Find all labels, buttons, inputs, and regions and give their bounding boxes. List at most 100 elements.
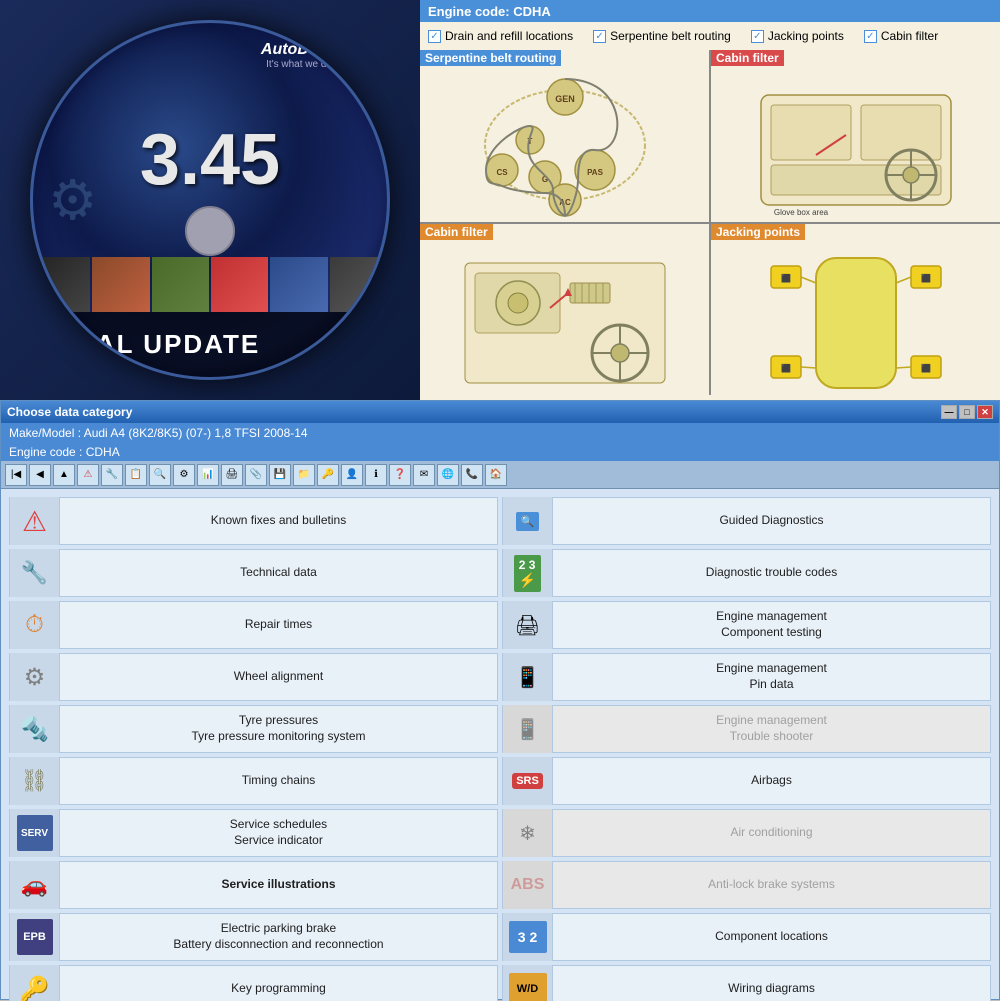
- illus-cabin-filter-2-title: Cabin filter: [420, 224, 493, 240]
- nav-icon15[interactable]: ❓: [389, 464, 411, 486]
- cat-technical-data-label: Technical data: [60, 561, 497, 585]
- cb-cabin-check[interactable]: ✓: [864, 30, 877, 43]
- cat-repair-times-icon: ⏱: [10, 601, 60, 649]
- cat-guided-diag[interactable]: 🔍 Guided Diagnostics: [502, 497, 991, 545]
- illus-cabin-filter[interactable]: Cabin filter: [711, 50, 1000, 222]
- nav-icon9[interactable]: 📎: [245, 464, 267, 486]
- illus-jacking-points-title: Jacking points: [711, 224, 805, 240]
- window-controls: — □ ✕: [941, 405, 993, 419]
- nav-icon4[interactable]: 📋: [125, 464, 147, 486]
- cat-service-illustrations[interactable]: 🚗 Service illustrations: [9, 861, 498, 909]
- illus-jacking-points[interactable]: Jacking points ⬛ ⬛ ⬛ ⬛: [711, 224, 1000, 396]
- cat-guided-diag-label: Guided Diagnostics: [553, 509, 990, 533]
- cat-air-conditioning: ❄ Air conditioning: [502, 809, 991, 857]
- cb-cabin: ✓ Cabin filter: [864, 29, 938, 43]
- nav-prev-button[interactable]: ◀: [29, 464, 51, 486]
- minimize-button[interactable]: —: [941, 405, 957, 419]
- cb-serpentine-check[interactable]: ✓: [593, 30, 606, 43]
- nav-icon18[interactable]: 📞: [461, 464, 483, 486]
- nav-icon11[interactable]: 📁: [293, 464, 315, 486]
- belt-routing-svg: GEN T CS G PAS AC: [450, 65, 680, 222]
- cat-engine-pin[interactable]: 📱 Engine managementPin data: [502, 653, 991, 701]
- cat-known-fixes-label: Known fixes and bulletins: [60, 509, 497, 533]
- nav-icon19[interactable]: 🏠: [485, 464, 507, 486]
- illus-serpentine[interactable]: Serpentine belt routing GEN T CS G: [420, 50, 709, 222]
- cat-repair-times-label: Repair times: [60, 613, 497, 637]
- nav-first-button[interactable]: |◀: [5, 464, 27, 486]
- cat-tyre-pressures-icon: 🔩: [10, 705, 60, 753]
- cat-abs: ABS Anti-lock brake systems: [502, 861, 991, 909]
- svg-text:⬛: ⬛: [921, 363, 931, 373]
- cat-technical-data[interactable]: 🔧 Technical data: [9, 549, 498, 597]
- nav-icon3[interactable]: 🔧: [101, 464, 123, 486]
- cd-version-number: 3.45: [140, 124, 280, 196]
- nav-icon16[interactable]: ✉: [413, 464, 435, 486]
- illus-cabin-filter-2[interactable]: Cabin filter: [420, 224, 709, 396]
- illus-jacking-points-content: ⬛ ⬛ ⬛ ⬛: [711, 224, 1000, 396]
- wrench-icon: 🔧: [21, 560, 48, 586]
- cat-wiring-diagrams-label: Wiring diagrams: [553, 977, 990, 1001]
- cat-wiring-diagrams[interactable]: W/D Wiring diagrams: [502, 965, 991, 1001]
- cat-epb-icon: EPB: [10, 913, 60, 961]
- jacking-points-svg: ⬛ ⬛ ⬛ ⬛: [741, 238, 971, 395]
- nav-icon7[interactable]: 📊: [197, 464, 219, 486]
- maximize-button[interactable]: □: [959, 405, 975, 419]
- cat-technical-data-icon: 🔧: [10, 549, 60, 597]
- cat-known-fixes[interactable]: ⚠ Known fixes and bulletins: [9, 497, 498, 545]
- cat-service-schedules[interactable]: SERV Service schedulesService indicator: [9, 809, 498, 857]
- nav-icon5[interactable]: 🔍: [149, 464, 171, 486]
- cb-drain: ✓ Drain and refill locations: [428, 29, 573, 43]
- cat-key-programming-icon: 🔑: [10, 965, 60, 1001]
- cabin-filter-svg: Glove box area: [741, 65, 971, 222]
- nav-icon8[interactable]: 🖨: [221, 464, 243, 486]
- cat-engine-comp-icon: 🖨: [503, 601, 553, 649]
- checkboxes-row: ✓ Drain and refill locations ✓ Serpentin…: [420, 22, 1000, 50]
- cd-hole: [185, 206, 235, 256]
- svg-text:⬛: ⬛: [781, 273, 791, 283]
- cat-airbags-label: Airbags: [553, 769, 990, 793]
- cat-wheel-alignment-icon: ⚙: [10, 653, 60, 701]
- cat-airbags-icon: SRS: [503, 757, 553, 805]
- cat-dtc[interactable]: 2 3⚡ Diagnostic trouble codes: [502, 549, 991, 597]
- key-icon: 🔑: [20, 975, 50, 1001]
- cat-engine-comp[interactable]: 🖨 Engine managementComponent testing: [502, 601, 991, 649]
- nav-icon14[interactable]: ℹ: [365, 464, 387, 486]
- cat-abs-label: Anti-lock brake systems: [553, 873, 990, 897]
- cat-tyre-pressures[interactable]: 🔩 Tyre pressuresTyre pressure monitoring…: [9, 705, 498, 753]
- close-button[interactable]: ✕: [977, 405, 993, 419]
- cb-cabin-label: Cabin filter: [881, 29, 938, 43]
- cb-jacking-check[interactable]: ✓: [751, 30, 764, 43]
- cat-component-locations[interactable]: 3 2 Component locations: [502, 913, 991, 961]
- nav-icon17[interactable]: 🌐: [437, 464, 459, 486]
- illustrations-grid: Serpentine belt routing GEN T CS G: [420, 50, 1000, 395]
- cb-drain-check[interactable]: ✓: [428, 30, 441, 43]
- nav-icon10[interactable]: 💾: [269, 464, 291, 486]
- wheel-icon: ⚙: [24, 663, 46, 692]
- app-title: Choose data category: [7, 405, 941, 419]
- cat-air-conditioning-label: Air conditioning: [553, 821, 990, 845]
- cat-key-programming[interactable]: 🔑 Key programming: [9, 965, 498, 1001]
- cat-wheel-alignment[interactable]: ⚙ Wheel alignment: [9, 653, 498, 701]
- cat-epb[interactable]: EPB Electric parking brakeBattery discon…: [9, 913, 498, 961]
- illus-cabin-filter-title: Cabin filter: [711, 50, 784, 66]
- cat-repair-times[interactable]: ⏱ Repair times: [9, 601, 498, 649]
- make-model-bar: Make/Model : Audi A4 (8K2/8K5) (07-) 1,8…: [1, 423, 999, 443]
- nav-icon2[interactable]: ⚠: [77, 464, 99, 486]
- cat-service-illustrations-label: Service illustrations: [60, 873, 497, 897]
- cd-area: AutoData It's what we do ⚙ 3.45 FINAL UP…: [0, 0, 420, 400]
- top-section: AutoData It's what we do ⚙ 3.45 FINAL UP…: [0, 0, 1000, 400]
- cat-timing-chains[interactable]: ⛓ Timing chains: [9, 757, 498, 805]
- nav-icon12[interactable]: 🔑: [317, 464, 339, 486]
- nav-icon13[interactable]: 👤: [341, 464, 363, 486]
- cd-disc: AutoData It's what we do ⚙ 3.45 FINAL UP…: [30, 20, 390, 380]
- warning-icon: ⚠: [22, 505, 47, 538]
- cat-airbags[interactable]: SRS Airbags: [502, 757, 991, 805]
- cat-timing-chains-icon: ⛓: [10, 757, 60, 805]
- cat-wiring-diagrams-icon: W/D: [503, 965, 553, 1001]
- cat-wheel-alignment-label: Wheel alignment: [60, 665, 497, 689]
- engine-pin-icon: 📱: [515, 665, 540, 690]
- nav-icon1[interactable]: ▲: [53, 464, 75, 486]
- nav-icon6[interactable]: ⚙: [173, 464, 195, 486]
- cat-epb-label: Electric parking brakeBattery disconnect…: [60, 917, 497, 956]
- cat-engine-trouble: 📱 Engine managementTrouble shooter: [502, 705, 991, 753]
